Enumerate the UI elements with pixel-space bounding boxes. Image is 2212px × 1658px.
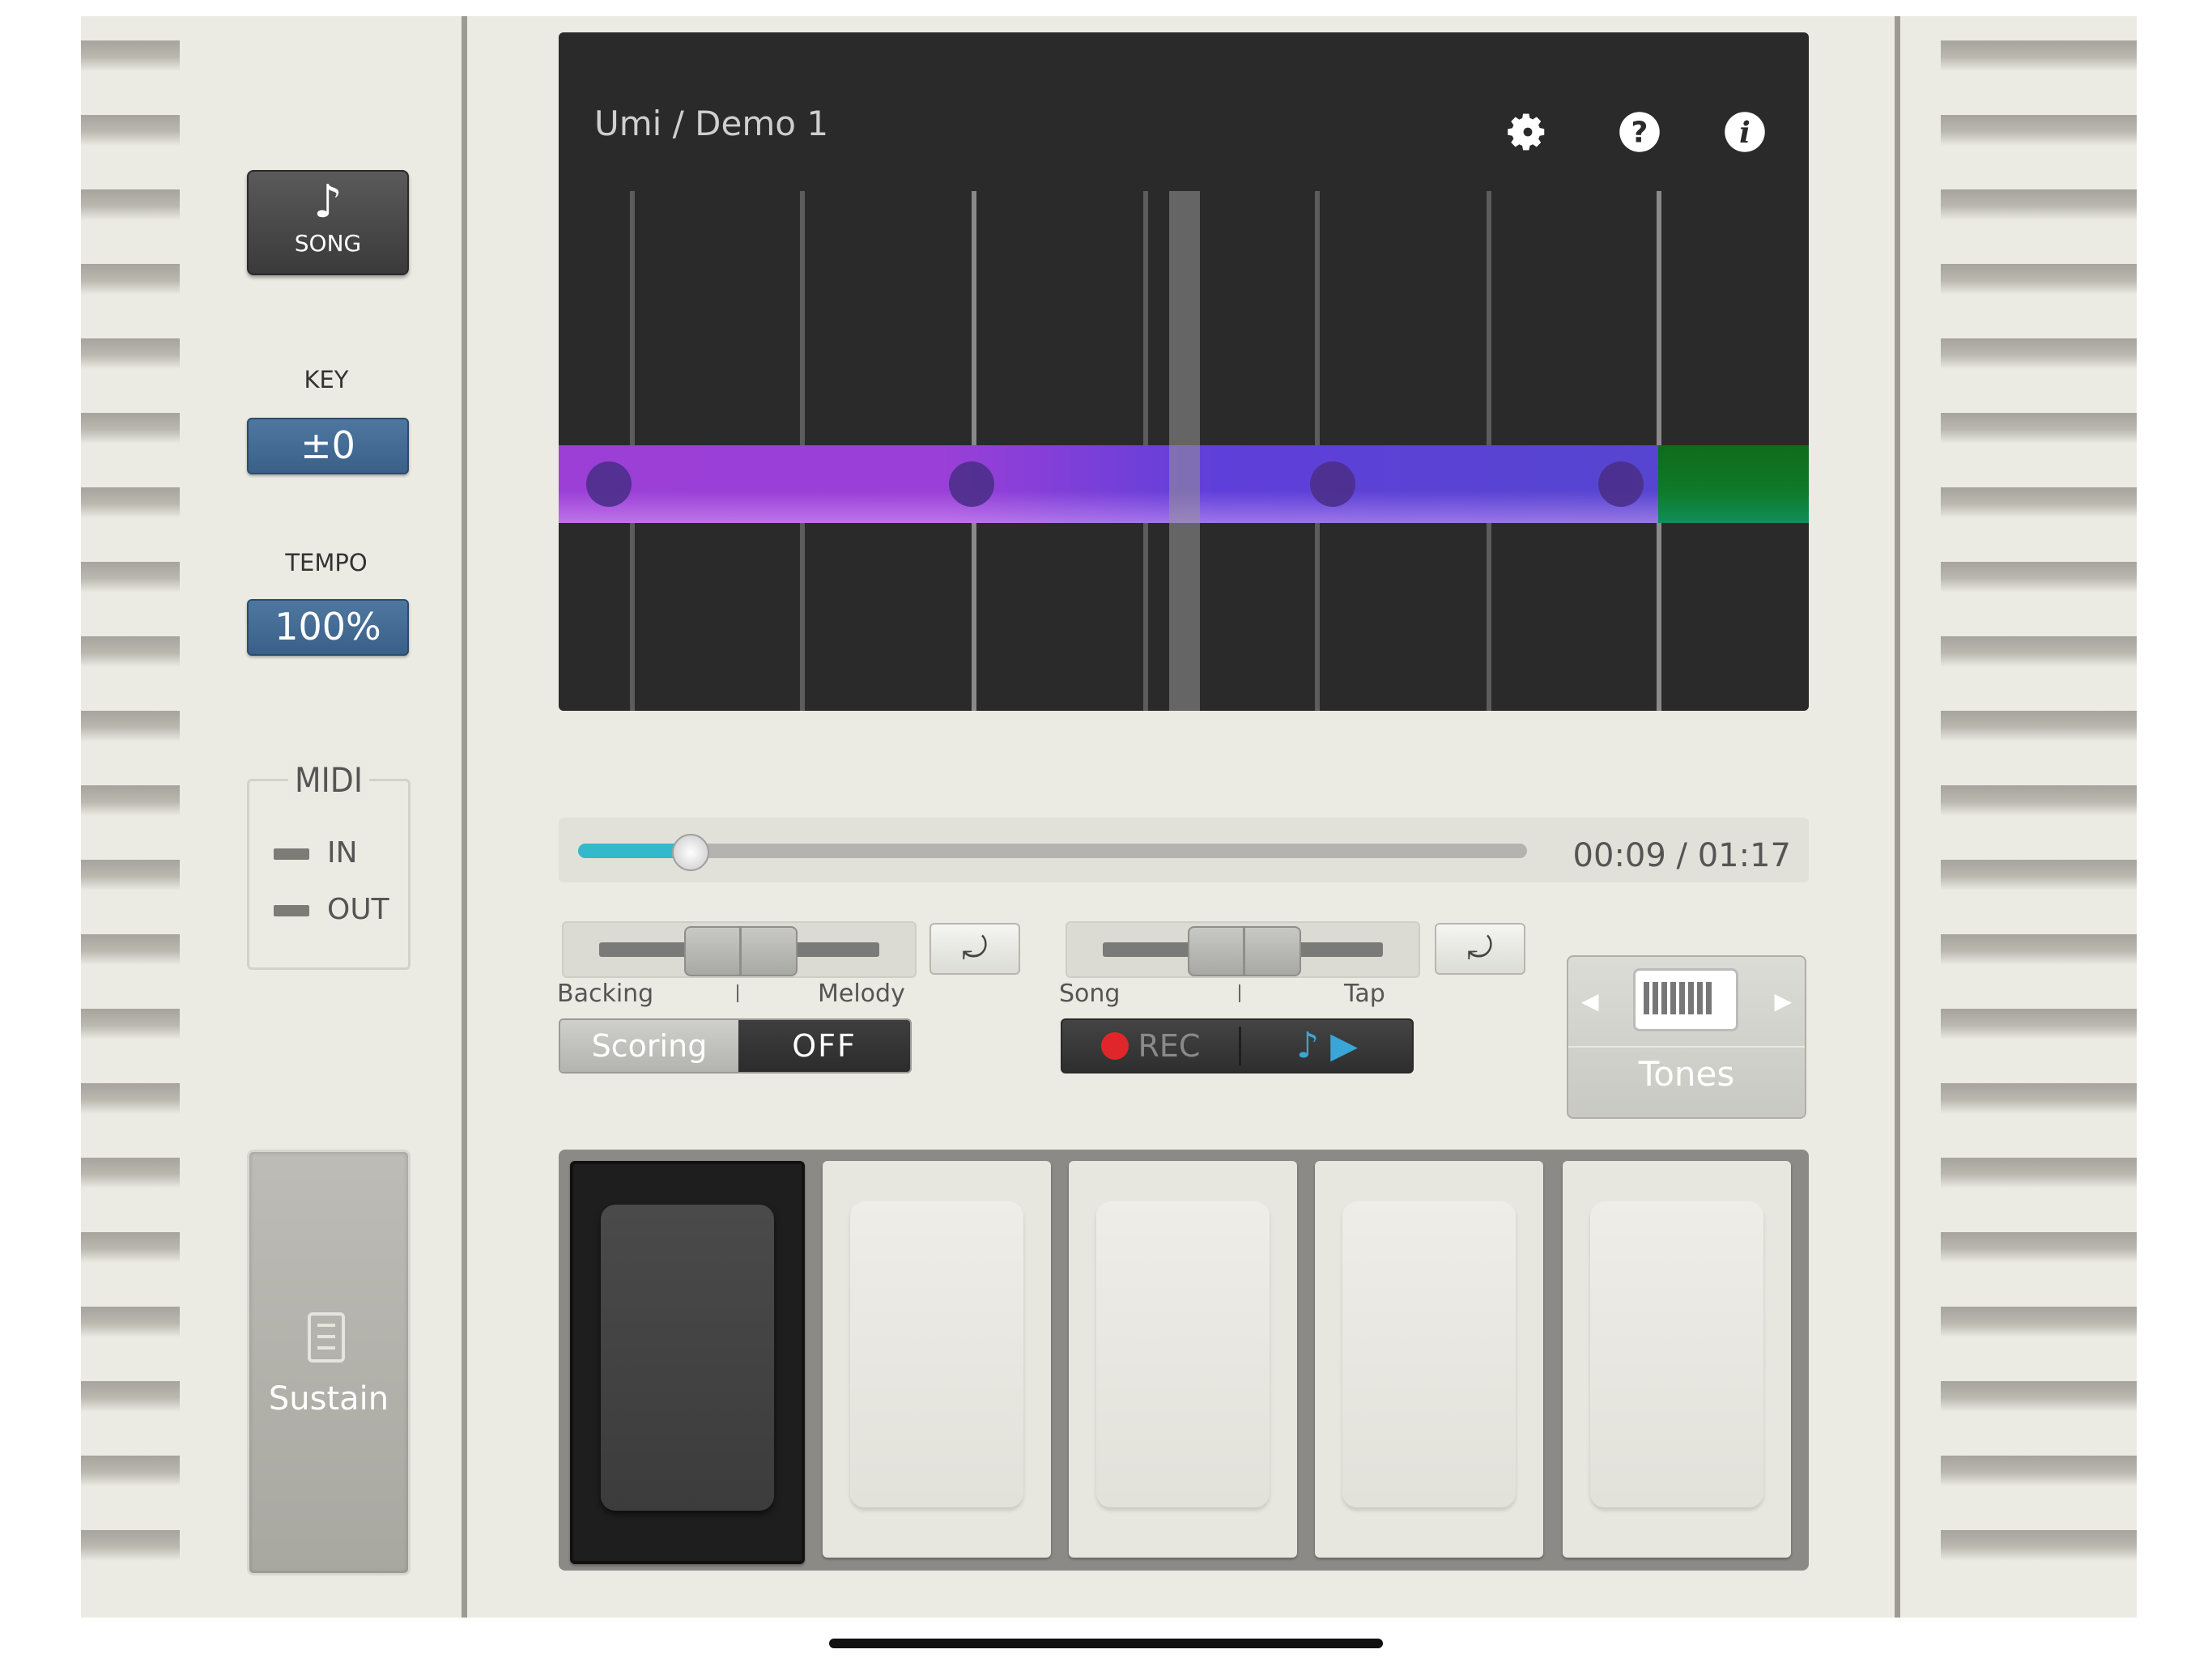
right-speaker-panel [1895, 16, 2137, 1618]
backing-melody-center-tick [737, 984, 738, 1002]
reset-icon: ⤾ [962, 930, 988, 966]
note-dot [586, 461, 632, 507]
backing-melody-reset-button[interactable]: ⤾ [929, 923, 1020, 975]
pad-2[interactable] [823, 1161, 1051, 1558]
rec-button[interactable]: REC [1062, 1020, 1239, 1072]
midi-in-row: IN [274, 836, 358, 869]
midi-in-label: IN [327, 836, 358, 869]
key-value-button[interactable]: ±0 [247, 418, 409, 474]
song-tap-center-tick [1239, 984, 1240, 1002]
song-title: Umi / Demo 1 [594, 104, 829, 143]
midi-out-led [274, 905, 309, 916]
sustain-button[interactable]: Sustain [247, 1150, 410, 1575]
play-button[interactable]: ♪ ▶ [1242, 1020, 1412, 1072]
melody-display: Umi / Demo 1 ? i [559, 32, 1809, 711]
scoring-label: Scoring [560, 1020, 738, 1072]
midi-out-label: OUT [327, 893, 389, 926]
note-play-icon: ♪ ▶ [1296, 1025, 1358, 1066]
playhead [1169, 191, 1200, 711]
scoring-state: OFF [738, 1020, 910, 1072]
midi-out-row: OUT [274, 893, 389, 926]
backing-melody-thumb[interactable] [684, 926, 798, 976]
pad-3[interactable] [1069, 1161, 1297, 1558]
progress-track[interactable] [578, 834, 1527, 871]
tempo-label: TEMPO [285, 549, 368, 576]
progress-knob[interactable] [671, 834, 709, 871]
note-dot [1310, 461, 1355, 507]
home-indicator[interactable] [829, 1639, 1383, 1648]
melody-label: Melody [818, 980, 905, 1008]
progress-area: 00:09 / 01:17 [559, 818, 1809, 882]
tones-label: Tones [1638, 1054, 1735, 1094]
record-icon [1100, 1031, 1129, 1060]
gear-icon[interactable] [1506, 110, 1550, 154]
keyboard-icon [1633, 968, 1738, 1031]
right-speaker-grille [1941, 40, 2137, 1585]
note-dot [949, 461, 994, 507]
backing-label: Backing [557, 980, 654, 1008]
song-tap-thumb[interactable] [1188, 926, 1301, 976]
pad-1[interactable] [570, 1161, 805, 1564]
song-tap-slider[interactable] [1066, 921, 1420, 978]
left-speaker-grille [81, 40, 180, 1585]
tones-button[interactable]: ◀ ▶ Tones [1567, 955, 1806, 1119]
svg-text:?: ? [1631, 116, 1648, 149]
song-label: Song [1059, 980, 1121, 1008]
backing-melody-slider[interactable] [562, 921, 917, 978]
song-tap-reset-button[interactable]: ⤾ [1435, 923, 1525, 975]
midi-title: MIDI [288, 760, 369, 800]
rec-play-control: REC ♪ ▶ [1061, 1018, 1414, 1073]
key-label: KEY [304, 366, 349, 393]
previous-tone-icon[interactable]: ◀ [1581, 988, 1599, 1014]
note-dot [1598, 461, 1644, 507]
pad-5[interactable] [1563, 1161, 1791, 1558]
pedal-icon [308, 1312, 345, 1363]
song-button[interactable]: ♪ SONG [247, 170, 409, 275]
help-icon[interactable]: ? [1618, 110, 1661, 154]
midi-in-led [274, 848, 309, 860]
pad-4[interactable] [1315, 1161, 1543, 1558]
eighth-note-icon: ♪ [313, 176, 342, 228]
next-tone-icon[interactable]: ▶ [1774, 988, 1792, 1014]
tempo-value-button[interactable]: 100% [247, 599, 409, 656]
time-readout: 00:09 / 01:17 [1572, 837, 1791, 874]
tap-label: Tap [1344, 980, 1385, 1008]
song-button-label: SONG [294, 230, 362, 257]
left-speaker-panel: ♪ SONG KEY ±0 TEMPO 100% MIDI IN OUT Sus… [81, 16, 467, 1618]
pad-area [559, 1150, 1809, 1571]
reset-icon: ⤾ [1467, 930, 1493, 966]
next-melody-bar [1658, 445, 1809, 523]
sustain-label: Sustain [268, 1380, 389, 1418]
melody-bar [559, 445, 1658, 523]
info-icon[interactable]: i [1723, 110, 1767, 154]
rec-label: REC [1138, 1028, 1201, 1064]
svg-text:i: i [1739, 117, 1750, 151]
midi-indicator-box: MIDI IN OUT [247, 760, 410, 970]
scoring-toggle[interactable]: Scoring OFF [559, 1018, 912, 1073]
